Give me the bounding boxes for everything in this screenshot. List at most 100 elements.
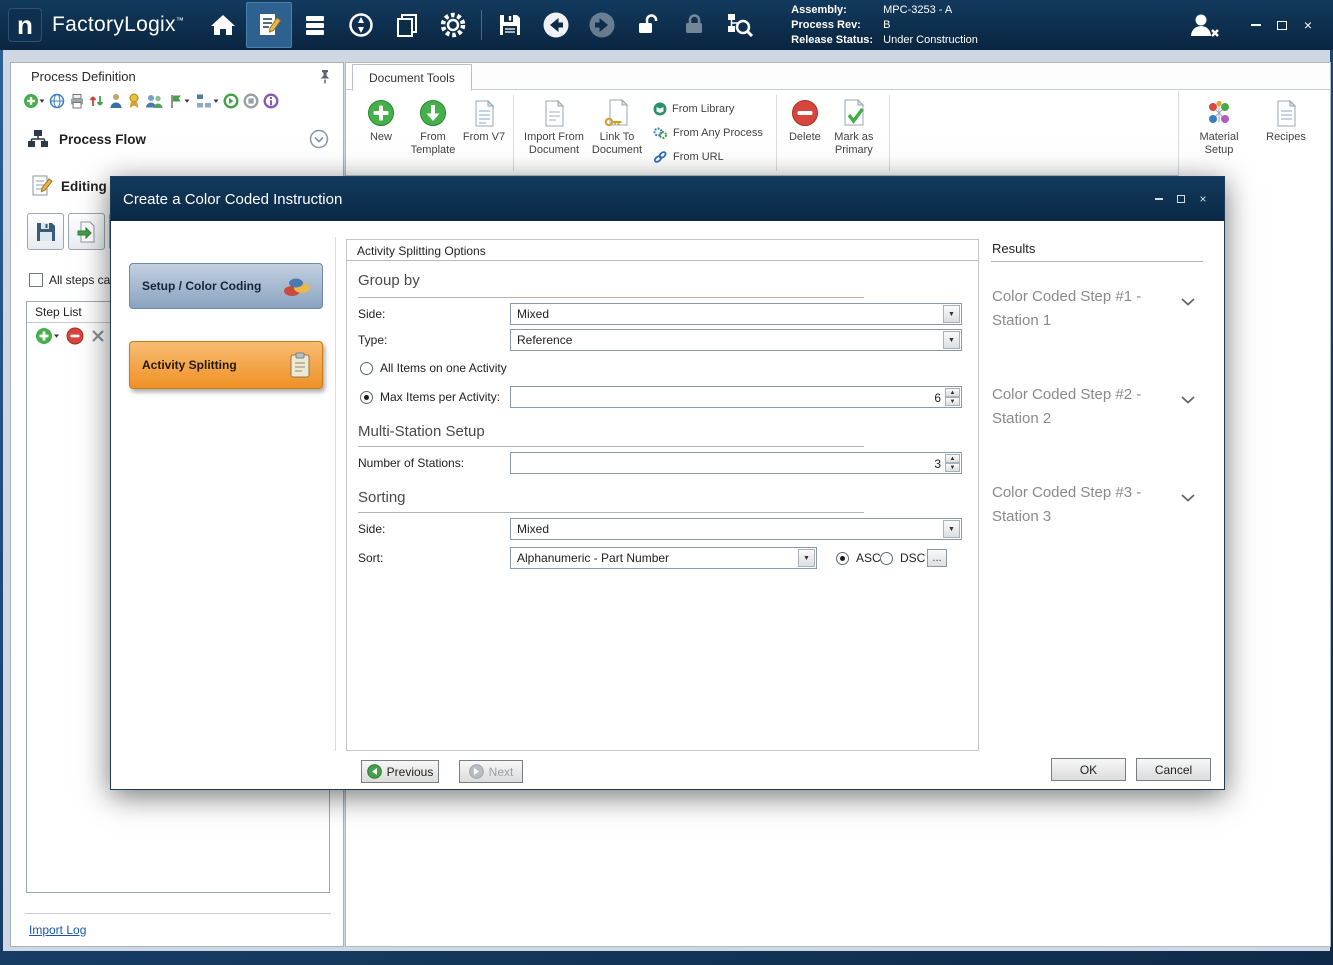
- dsc-radio[interactable]: [880, 552, 893, 565]
- sort-label: Sort:: [358, 547, 383, 569]
- add-button[interactable]: [23, 93, 45, 109]
- dropdown-arrow-icon[interactable]: ▼: [943, 520, 960, 538]
- ribbon-button-label: Delete: [789, 131, 821, 144]
- ribbon-button-label: From V7: [463, 131, 505, 144]
- lock-button[interactable]: [671, 2, 717, 48]
- max-items-radio[interactable]: [360, 391, 373, 404]
- process-editor-button[interactable]: [246, 2, 292, 48]
- process-flow-item[interactable]: Process Flow: [11, 123, 343, 155]
- copy-documents-button[interactable]: [384, 2, 430, 48]
- dropdown-arrow-icon[interactable]: ▼: [798, 549, 815, 567]
- group-type-select[interactable]: Reference ▼: [510, 329, 962, 351]
- maximize-button[interactable]: [1269, 14, 1295, 36]
- import-doc-icon: [76, 221, 98, 243]
- close-button[interactable]: ×: [1295, 14, 1321, 36]
- spin-up-button[interactable]: ▲: [945, 454, 960, 463]
- back-button[interactable]: [533, 2, 579, 48]
- sort-side-select[interactable]: Mixed ▼: [510, 518, 962, 540]
- chevron-down-icon[interactable]: [1180, 297, 1196, 307]
- minimize-button[interactable]: [1243, 14, 1269, 36]
- collapse-button[interactable]: [309, 129, 329, 149]
- import-from-document-button[interactable]: Import From Document: [521, 91, 587, 175]
- dialog-close-button[interactable]: ×: [1192, 190, 1214, 208]
- from-url-button[interactable]: From URL: [653, 150, 763, 164]
- add-step-button[interactable]: [35, 327, 59, 345]
- result-step-1[interactable]: Color Coded Step #1 - Station 1: [992, 285, 1204, 333]
- print-button[interactable]: [69, 93, 85, 109]
- document-stack-button[interactable]: [292, 2, 338, 48]
- result-step-3[interactable]: Color Coded Step #3 - Station 3: [992, 481, 1204, 529]
- forward-button[interactable]: [579, 2, 625, 48]
- all-steps-checkbox[interactable]: [29, 273, 43, 287]
- home-button[interactable]: [200, 2, 246, 48]
- spin-down-button[interactable]: ▼: [945, 463, 960, 472]
- remove-step-button[interactable]: [66, 327, 84, 345]
- all-items-radio[interactable]: [360, 362, 373, 375]
- award-button[interactable]: [127, 93, 141, 109]
- dsc-option: DSC: [880, 551, 925, 565]
- info-button[interactable]: [263, 93, 279, 109]
- globe-button[interactable]: [49, 93, 65, 109]
- spin-down-button[interactable]: ▼: [945, 397, 960, 406]
- save-step-button[interactable]: [27, 213, 64, 250]
- tab-document-tools[interactable]: Document Tools: [352, 64, 472, 91]
- user-button[interactable]: [109, 93, 123, 109]
- spin-up-button[interactable]: ▲: [945, 388, 960, 397]
- transfer-button[interactable]: [89, 93, 105, 109]
- asc-radio[interactable]: [836, 552, 849, 565]
- save-button[interactable]: [487, 2, 533, 48]
- dialog-maximize-button[interactable]: [1170, 190, 1192, 208]
- chevron-down-icon[interactable]: [1180, 395, 1196, 405]
- ok-button[interactable]: OK: [1051, 758, 1126, 781]
- max-items-input[interactable]: 6 ▲▼: [510, 386, 962, 408]
- new-document-ribbon-button[interactable]: New: [358, 91, 404, 175]
- flag-button[interactable]: [168, 93, 191, 109]
- from-any-process-button[interactable]: From Any Process: [653, 126, 763, 140]
- sort-select[interactable]: Alphanumeric - Part Number ▼: [510, 547, 817, 569]
- chevron-down-icon[interactable]: [1180, 493, 1196, 503]
- process-search-icon: [726, 12, 754, 39]
- group-side-select[interactable]: Mixed ▼: [510, 303, 962, 325]
- from-v7-button[interactable]: From V7: [462, 91, 506, 175]
- pin-button[interactable]: [317, 69, 331, 84]
- mark-as-primary-button[interactable]: Mark as Primary: [826, 91, 882, 175]
- navigate-button[interactable]: [338, 2, 384, 48]
- start-button[interactable]: [223, 93, 239, 109]
- hierarchy-button[interactable]: [195, 93, 219, 109]
- delete-document-button[interactable]: Delete: [784, 91, 826, 175]
- mark-as-primary-icon: [842, 98, 866, 128]
- ribbon-right-group: Material Setup Recipes: [1178, 91, 1330, 176]
- link-to-document-button[interactable]: Link To Document: [587, 91, 647, 175]
- stop-button[interactable]: [243, 93, 259, 109]
- trademark: ™: [176, 16, 184, 25]
- stations-input[interactable]: 3 ▲▼: [510, 452, 962, 474]
- cancel-button[interactable]: Cancel: [1136, 758, 1211, 781]
- users-button[interactable]: [145, 93, 164, 109]
- material-setup-button[interactable]: Material Setup: [1187, 91, 1251, 176]
- next-button[interactable]: Next: [459, 760, 523, 783]
- nav-setup-color-coding[interactable]: Setup / Color Coding: [129, 263, 323, 309]
- previous-button[interactable]: Previous: [361, 760, 439, 783]
- unlock-button[interactable]: [625, 2, 671, 48]
- user-logout-button[interactable]: [1181, 2, 1227, 48]
- from-template-button[interactable]: From Template: [404, 91, 462, 175]
- process-search-button[interactable]: [717, 2, 763, 48]
- import-document-button[interactable]: [68, 213, 105, 250]
- navigate-icon: [348, 12, 374, 38]
- nav-label: Activity Splitting: [142, 358, 237, 372]
- from-library-button[interactable]: From Library: [653, 102, 763, 116]
- nav-activity-splitting[interactable]: Activity Splitting: [129, 341, 323, 389]
- dropdown-arrow-icon[interactable]: ▼: [943, 305, 960, 323]
- settings-button[interactable]: [430, 2, 476, 48]
- gear-icon: [439, 11, 467, 39]
- dialog-minimize-button[interactable]: [1148, 190, 1170, 208]
- import-log-link[interactable]: Import Log: [29, 923, 86, 937]
- sort-side-label: Side:: [358, 518, 385, 540]
- dropdown-arrow-icon[interactable]: ▼: [943, 331, 960, 349]
- ribbon-button-label: Material Setup: [1187, 131, 1251, 157]
- all-steps-row: All steps ca: [29, 273, 110, 287]
- more-options-button[interactable]: ...: [927, 549, 947, 567]
- recipes-button[interactable]: Recipes: [1261, 91, 1311, 176]
- result-step-2[interactable]: Color Coded Step #2 - Station 2: [992, 383, 1204, 431]
- cut-step-button[interactable]: [91, 329, 105, 343]
